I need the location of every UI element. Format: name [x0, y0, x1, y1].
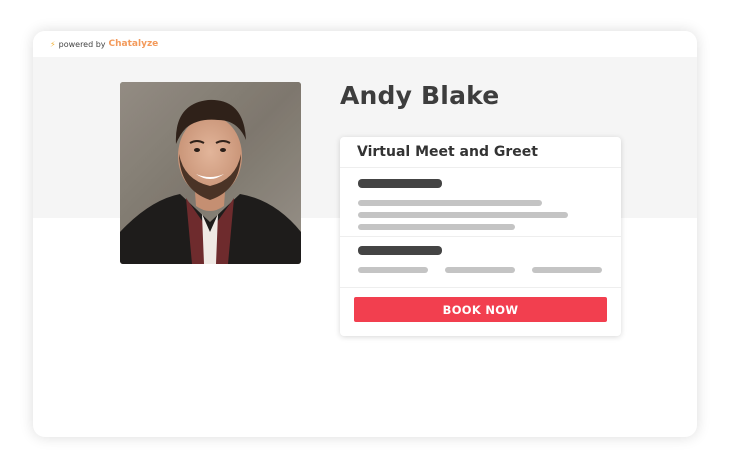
- card-divider: [340, 236, 621, 237]
- event-title: Virtual Meet and Greet: [357, 144, 538, 160]
- brand-logo[interactable]: Chatalyze: [109, 39, 159, 49]
- skeleton-chip: [445, 267, 515, 273]
- powered-by-bar: ⚡ powered by Chatalyze: [33, 31, 697, 57]
- card-divider: [340, 167, 621, 168]
- lightning-bolt-icon: ⚡: [50, 39, 56, 49]
- skeleton-line: [358, 212, 568, 218]
- app-window: ⚡ powered by Chatalyze Andy Blake Virtua…: [33, 31, 697, 437]
- profile-name: Andy Blake: [340, 81, 500, 110]
- card-divider: [340, 287, 621, 288]
- skeleton-heading: [358, 179, 442, 188]
- event-card: Virtual Meet and Greet BOOK NOW: [340, 137, 621, 336]
- powered-by-text: powered by: [58, 39, 106, 49]
- skeleton-line: [358, 200, 542, 206]
- skeleton-chip: [358, 267, 428, 273]
- book-now-button[interactable]: BOOK NOW: [354, 297, 607, 322]
- profile-photo: [120, 82, 301, 264]
- profile-photo-image: [120, 82, 301, 264]
- skeleton-heading: [358, 246, 442, 255]
- skeleton-line: [358, 224, 515, 230]
- skeleton-chip: [532, 267, 602, 273]
